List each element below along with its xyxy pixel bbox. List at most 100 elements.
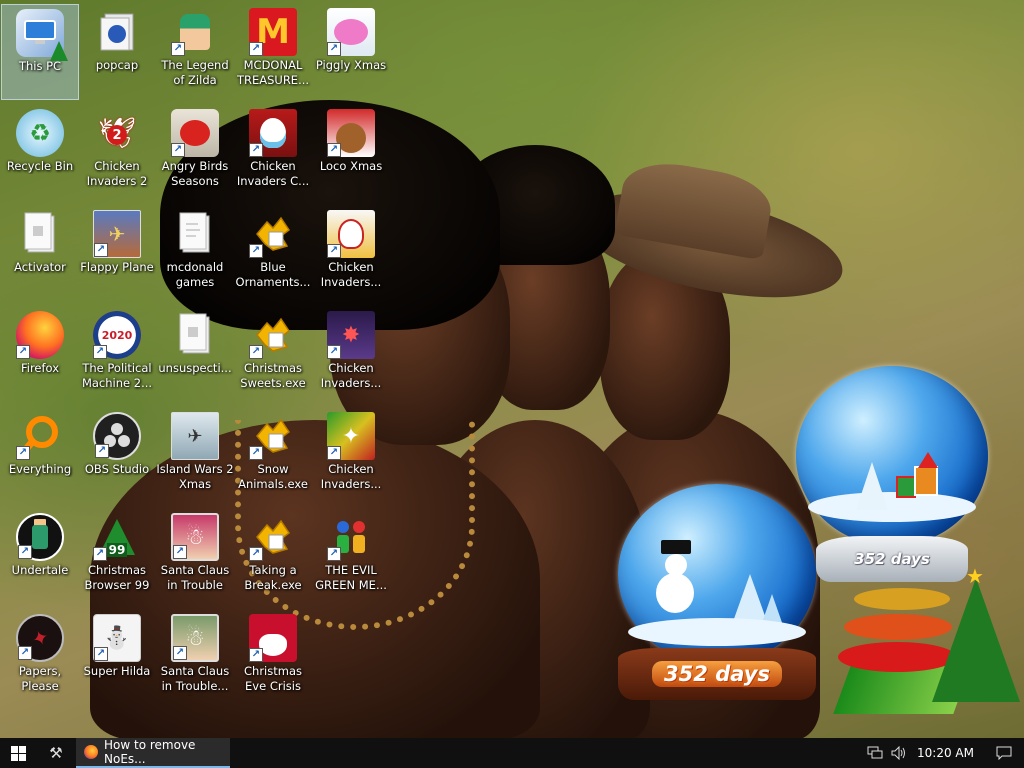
star-icon: ★ — [966, 564, 984, 588]
desktop-icon-legend-of-zilda[interactable]: ↗ The Legend of Zilda — [156, 4, 234, 100]
zilda-game-icon: ↗ — [171, 8, 219, 56]
taskbar-task-firefox[interactable]: How to remove NoEs... — [76, 738, 230, 768]
desktop-icon-label: Chicken Invaders... — [320, 361, 382, 390]
network-icon — [867, 746, 883, 759]
desktop-icon-label: Snow Animals.exe — [238, 462, 308, 491]
countdown-base-left: 352 days — [618, 648, 816, 700]
island-wars-icon: ✈ — [171, 412, 219, 460]
desktop-icon-angry-birds-seasons[interactable]: ↗ Angry Birds Seasons — [156, 105, 234, 201]
desktop-icon-papers-please[interactable]: ✦ ↗ Papers, Please — [1, 610, 79, 706]
desktop-icon-label: Christmas Browser 99 — [84, 563, 150, 592]
desktop-icon-label: Santa Claus in Trouble... A... — [160, 664, 230, 696]
desktop-icon-political-machine[interactable]: 2020 ↗ The Political Machine 2... — [78, 307, 156, 403]
papers-please-icon: ✦ ↗ — [16, 614, 64, 662]
desktop-icon-label: MCDONAL TREASURE... — [236, 58, 310, 87]
desktop-icon-label: Flappy Plane — [80, 260, 154, 274]
desktop-icon-firefox[interactable]: ↗ Firefox — [1, 307, 79, 403]
desktop-icon-label: Chicken Invaders... — [320, 462, 382, 491]
desktop-icon-chicken-invaders-2[interactable]: 🕊 2 Chicken Invaders 2 — [78, 105, 156, 201]
desktop-icon-chicken-invaders-5[interactable]: ✦ ↗ Chicken Invaders... — [312, 408, 390, 504]
desktop-icon-label: Chicken Invaders C... — [236, 159, 310, 188]
tools-button[interactable]: ⚒ — [36, 738, 76, 768]
desktop-icon-label: Activator — [14, 260, 66, 274]
obs-studio-icon: ↗ — [93, 412, 141, 460]
desktop-icon-label: Undertale — [11, 563, 69, 577]
desktop-icon-chicken-invaders-c[interactable]: ↗ Chicken Invaders C... — [234, 105, 312, 201]
puzzle-exe-icon: ↗ — [249, 412, 297, 460]
snow-globe-widget-left[interactable]: 352 days — [612, 484, 822, 702]
firefox-icon — [84, 745, 98, 759]
desktop-icon-label: Firefox — [20, 361, 60, 375]
desktop-icon-piggly-xmas[interactable]: ↗ Piggly Xmas — [312, 4, 390, 100]
snow-globe-right — [796, 366, 988, 546]
puzzle-exe-icon: ↗ — [249, 311, 297, 359]
chicken-invaders-icon: ✦ ↗ — [327, 412, 375, 460]
desktop-icon-chicken-invaders-3[interactable]: ↗ Chicken Invaders... — [312, 206, 390, 302]
chicken-invaders-icon: ✸ ↗ — [327, 311, 375, 359]
desktop-icon-label: Christmas Eve Crisis — [244, 664, 302, 693]
desktop-icon-santa-claus-in-trouble-a[interactable]: ☃ ↗ Santa Claus in Trouble... A... — [156, 610, 234, 706]
snow-globe-widget-right[interactable]: 352 days — [794, 366, 994, 588]
christmas-tree-decoration: ★ — [832, 564, 1022, 726]
desktop-icon-taking-a-break[interactable]: ↗ Taking a Break.exe — [234, 509, 312, 605]
desktop-icon-this-pc[interactable]: This PC — [1, 4, 79, 100]
desktop-icon-loco-xmas[interactable]: ↗ Loco Xmas — [312, 105, 390, 201]
speaker-icon — [891, 746, 906, 760]
desktop-icon-blue-ornaments[interactable]: ↗ Blue Ornaments.... — [234, 206, 312, 302]
everything-search-icon: ↗ — [16, 412, 64, 460]
taskbar-clock[interactable]: 10:20 AM — [911, 746, 984, 760]
chicken-invaders-icon: ↗ — [327, 210, 375, 258]
chicken-invaders-icon: ↗ — [249, 109, 297, 157]
tools-icon: ⚒ — [49, 744, 63, 762]
desktop-icon-super-hilda[interactable]: ⛄ ↗ Super Hilda — [78, 610, 156, 706]
desktop-icon-island-wars[interactable]: ✈ Island Wars 2 Xmas — [156, 408, 234, 504]
desktop-icon-undertale[interactable]: ↗ Undertale — [1, 509, 79, 605]
piggly-xmas-icon: ↗ — [327, 8, 375, 56]
desktop-icon-santa-claus-in-trouble[interactable]: ☃ ↗ Santa Claus in Trouble — [156, 509, 234, 605]
desktop-icon-everything[interactable]: ↗ Everything — [1, 408, 79, 504]
mcdonalds-icon: M ↗ — [249, 8, 297, 56]
desktop-icon-obs-studio[interactable]: ↗ OBS Studio — [78, 408, 156, 504]
desktop-icon-recycle-bin[interactable]: ♻ Recycle Bin — [1, 105, 79, 201]
folder-popcap-icon — [93, 8, 141, 56]
desktop-icon-label: Chicken Invaders... — [320, 260, 382, 289]
desktop-icon-mcdonald-games[interactable]: mcdonald games — [156, 206, 234, 302]
puzzle-exe-icon: ↗ — [249, 210, 297, 258]
desktop-icon-label: The Legend of Zilda — [161, 58, 229, 87]
desktop-icon-activator[interactable]: Activator — [1, 206, 79, 302]
desktop-icon-label: Blue Ornaments.... — [235, 260, 311, 292]
start-button[interactable] — [0, 738, 36, 768]
file-icon — [16, 210, 64, 258]
windows-logo-icon — [10, 745, 26, 761]
taskbar: ⚒ How to remove NoEs... 10:20 AM — [0, 738, 1024, 768]
desktop-icon-label: popcap — [95, 58, 139, 72]
desktop-icon-label: Papers, Please — [18, 664, 62, 693]
gift-icon — [896, 476, 916, 498]
desktop-icon-label: Angry Birds Seasons — [161, 159, 229, 188]
chicken-invaders-icon: 🕊 2 — [93, 109, 141, 157]
action-center-button[interactable] — [984, 738, 1024, 768]
countdown-label-left: 352 days — [652, 661, 782, 687]
snowman-icon — [656, 540, 694, 613]
snow-globe-left — [618, 484, 816, 664]
loco-xmas-icon: ↗ — [327, 109, 375, 157]
desktop-icon-label: The Political Machine 2... — [81, 361, 153, 390]
desktop-icon-popcap[interactable]: popcap — [78, 4, 156, 100]
desktop-icon-unsuspecti[interactable]: unsuspecti... — [156, 307, 234, 403]
desktop-icon-christmas-eve-crisis[interactable]: ↗ Christmas Eve Crisis — [234, 610, 312, 706]
desktop-icon-label: Loco Xmas — [319, 159, 383, 173]
volume-tray-button[interactable] — [887, 738, 911, 768]
desktop-icon-label: unsuspecti... — [158, 361, 232, 375]
desktop-icon-mcdonal-treasure[interactable]: M ↗ MCDONAL TREASURE... — [234, 4, 312, 100]
desktop-icon-snow-animals[interactable]: ↗ Snow Animals.exe — [234, 408, 312, 504]
desktop-icon-flappy-plane[interactable]: ✈ ↗ Flappy Plane — [78, 206, 156, 302]
desktop-icon-christmas-browser[interactable]: 99 ↗ Christmas Browser 99 — [78, 509, 156, 605]
network-tray-button[interactable] — [863, 738, 887, 768]
santa-claus-icon: ☃ ↗ — [171, 513, 219, 561]
puzzle-exe-icon: ↗ — [249, 513, 297, 561]
desktop-icon-evil-green-me[interactable]: ↗ THE EVIL GREEN ME... — [312, 509, 390, 605]
desktop-icon-chicken-invaders-4[interactable]: ✸ ↗ Chicken Invaders... — [312, 307, 390, 403]
desktop-icon-christmas-sweets[interactable]: ↗ Christmas Sweets.exe — [234, 307, 312, 403]
flappy-plane-icon: ✈ ↗ — [93, 210, 141, 258]
desktop-icon-label: Christmas Sweets.exe — [240, 361, 306, 390]
